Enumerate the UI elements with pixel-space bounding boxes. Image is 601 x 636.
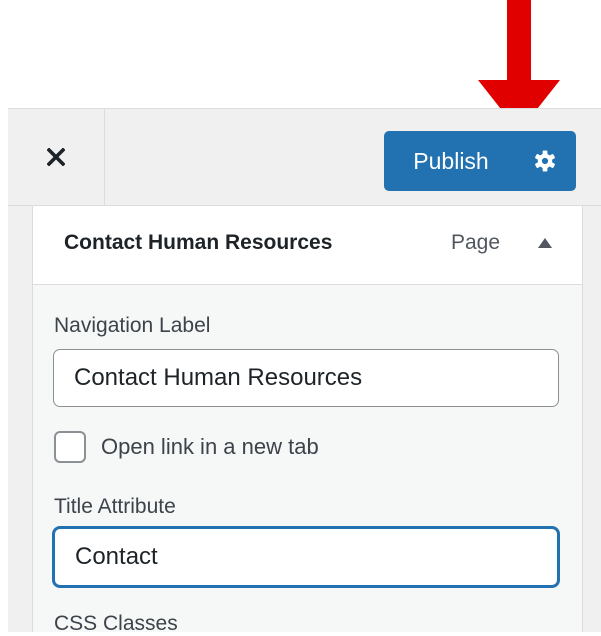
publish-settings-button[interactable] <box>516 131 574 191</box>
triangle-up-icon[interactable] <box>538 238 552 248</box>
open-new-tab-label[interactable]: Open link in a new tab <box>101 434 319 460</box>
menu-item-header[interactable]: Contact Human Resources Page <box>33 206 582 285</box>
navigation-label-label: Navigation Label <box>54 314 211 337</box>
menu-item-title: Contact Human Resources <box>64 231 333 254</box>
open-new-tab-checkbox[interactable] <box>54 431 86 463</box>
css-classes-label: CSS Classes <box>54 612 178 635</box>
navigation-label-input[interactable] <box>53 349 559 407</box>
menu-item-settings: Contact Human Resources Page Navigation … <box>32 206 583 635</box>
title-attribute-label: Title Attribute <box>54 495 176 518</box>
menu-item-type: Page <box>451 231 501 254</box>
close-button[interactable] <box>8 109 105 205</box>
customizer-panel: Publish Contact Human Resources Page Nav… <box>8 108 601 635</box>
title-attribute-input[interactable] <box>53 527 559 587</box>
publish-button[interactable]: Publish <box>384 131 516 191</box>
close-icon <box>47 148 65 166</box>
customizer-header: Publish <box>8 109 601 206</box>
publish-button-group: Publish <box>384 131 576 191</box>
gear-icon <box>535 150 555 172</box>
